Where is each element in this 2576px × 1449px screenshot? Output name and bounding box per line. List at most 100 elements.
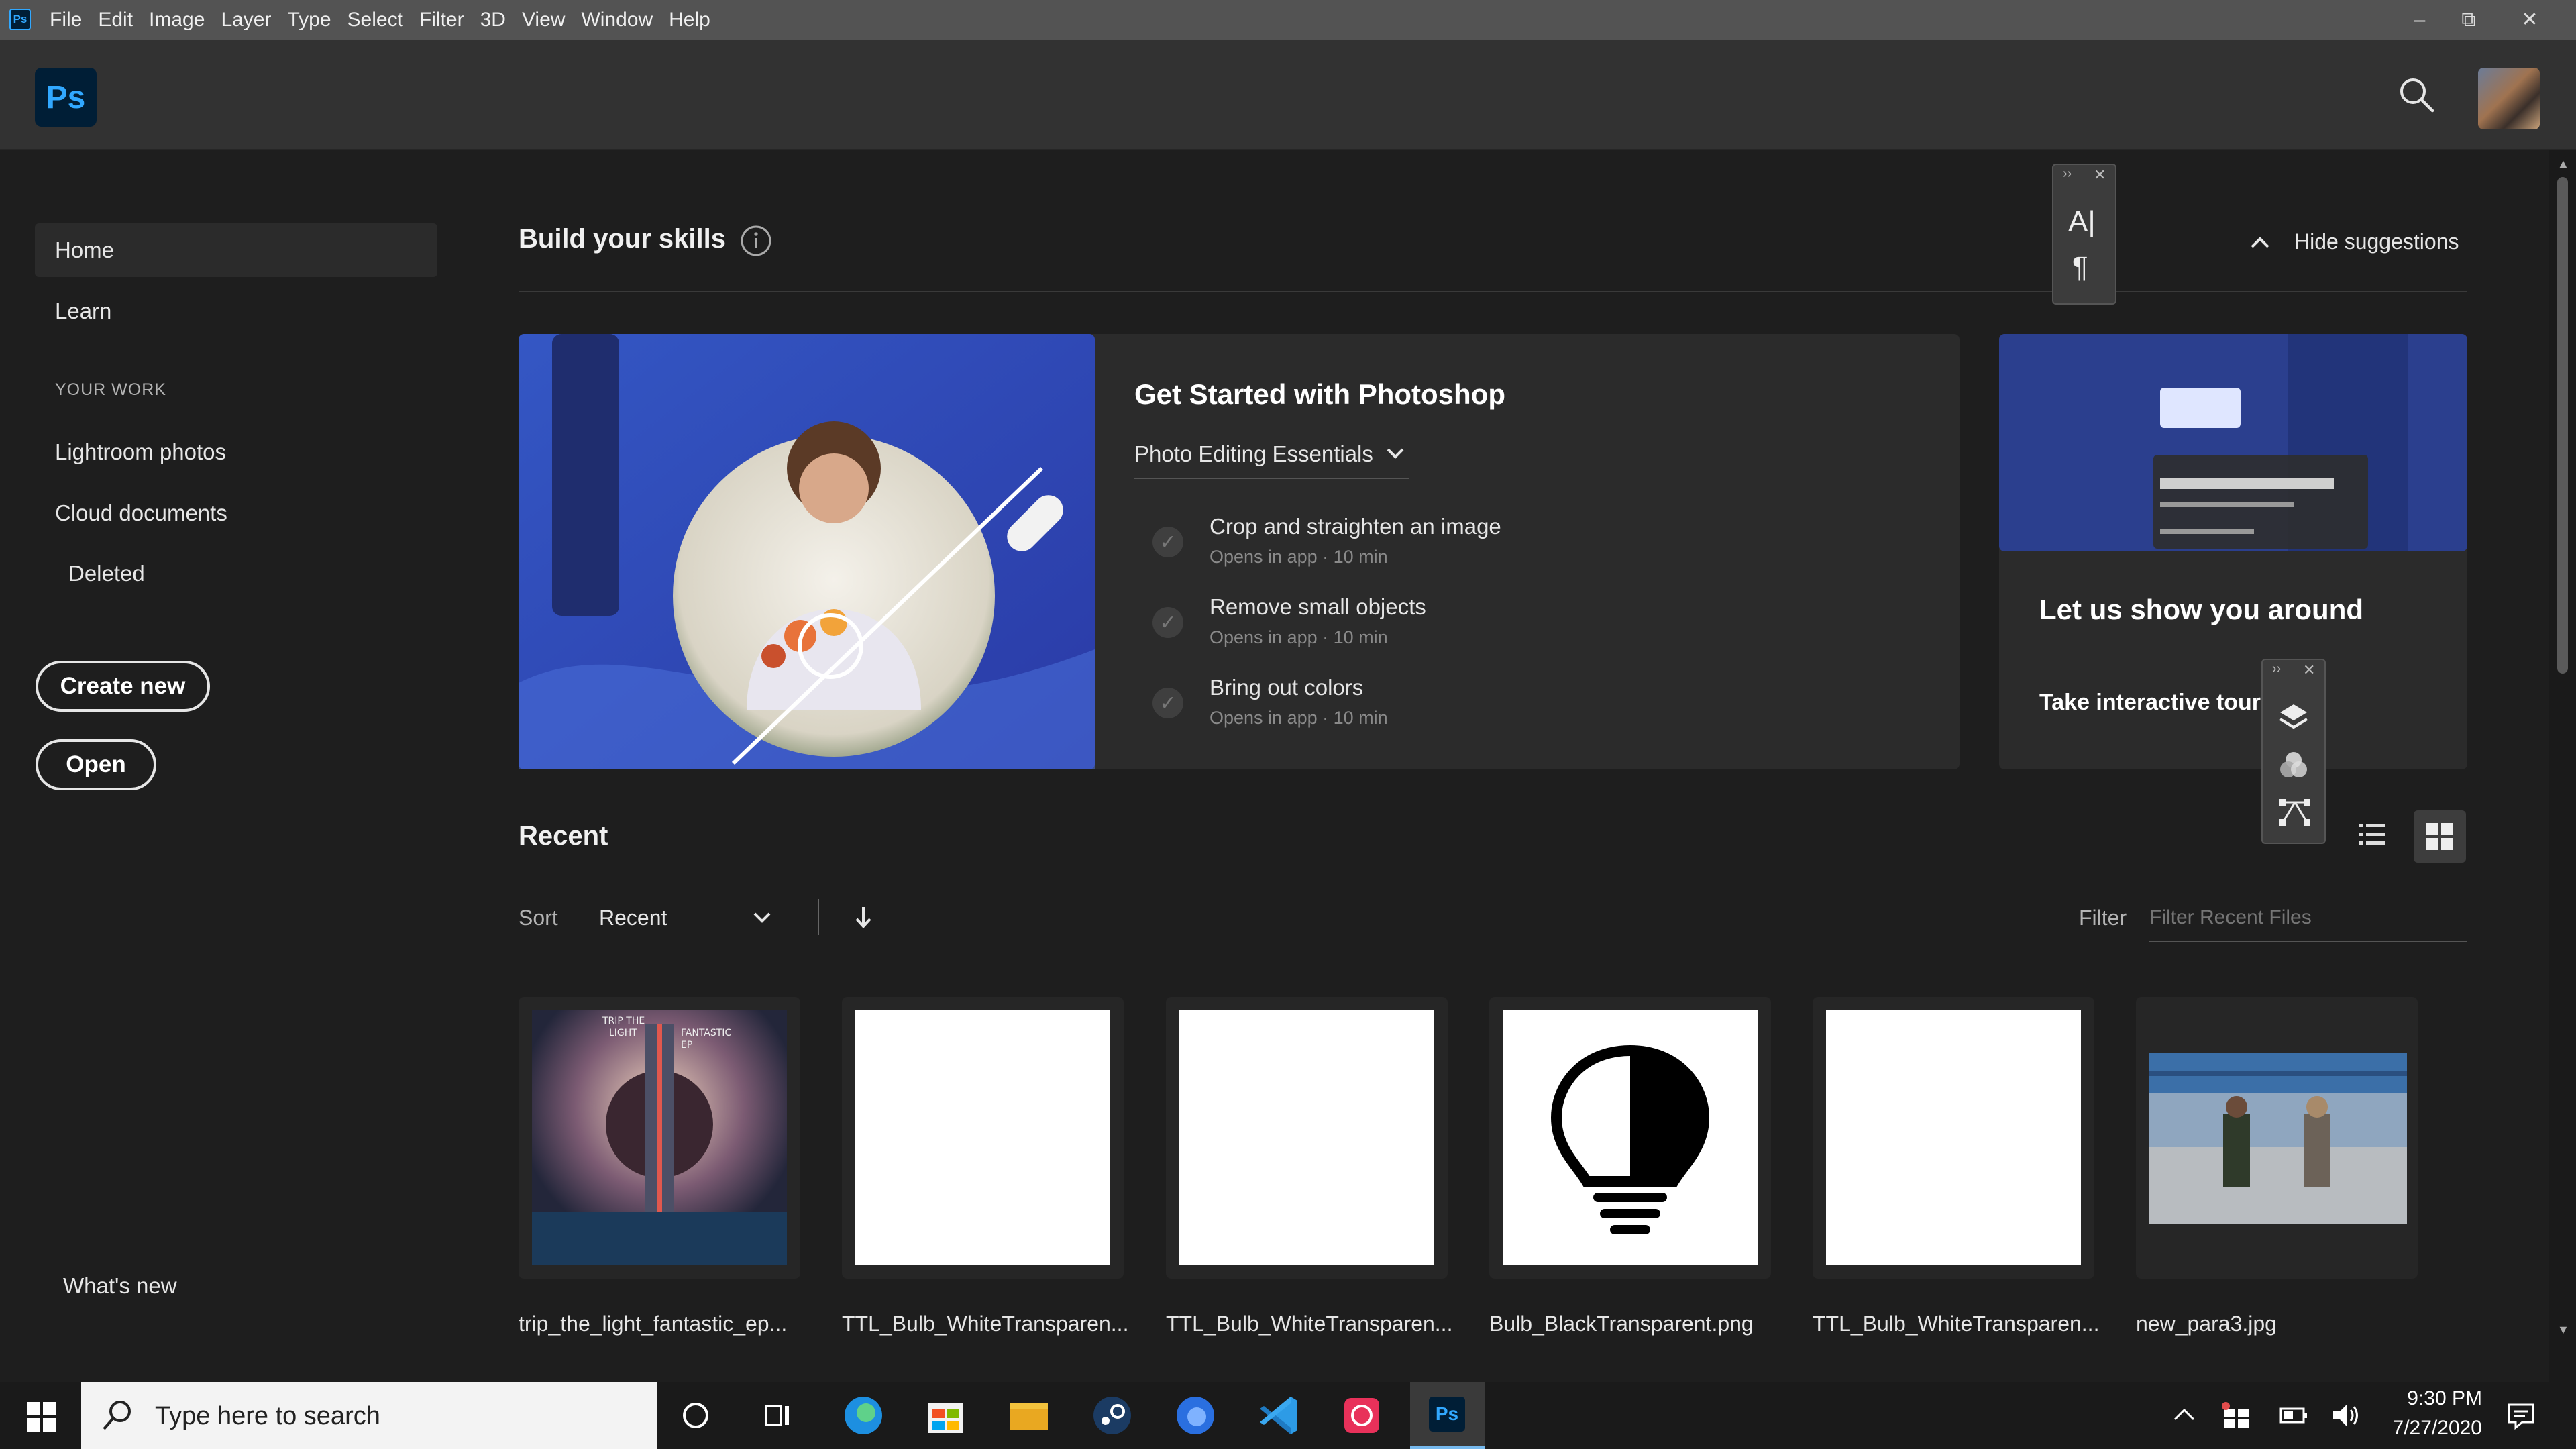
filter-label: Filter (2079, 906, 2127, 930)
recent-file-name[interactable]: new_para3.jpg (2136, 1311, 2424, 1336)
taskbar-search-placeholder: Type here to search (155, 1402, 380, 1430)
app-header: Ps (0, 40, 2576, 150)
clock-date[interactable]: 7/27/2020 (2375, 1417, 2482, 1440)
tour-card[interactable]: Let us show you around Take interactive … (1999, 334, 2467, 769)
collapse-icon[interactable]: ›› (2272, 661, 2281, 677)
minimize-button[interactable]: – (2396, 0, 2443, 40)
recent-file-card[interactable] (1166, 997, 1448, 1279)
dropbox-icon[interactable] (2220, 1401, 2253, 1430)
sort-direction-icon[interactable] (852, 904, 875, 931)
steam-icon[interactable] (1077, 1389, 1147, 1442)
channels-icon[interactable] (2277, 749, 2310, 781)
grid-view-button[interactable] (2414, 810, 2466, 863)
filter-recent-input[interactable] (2149, 895, 2467, 942)
paragraph-panel-icon[interactable]: ¶ (2072, 251, 2088, 284)
collapse-icon[interactable]: ›› (2063, 166, 2072, 182)
menu-select[interactable]: Select (347, 9, 403, 32)
clock-time[interactable]: 9:30 PM (2375, 1387, 2482, 1410)
recent-file-name[interactable]: trip_the_light_fantastic_ep... (519, 1311, 807, 1336)
cortana-icon[interactable] (661, 1389, 731, 1442)
close-icon[interactable]: ✕ (2303, 661, 2315, 679)
sidebar-item-lightroom[interactable]: Lightroom photos (35, 425, 437, 479)
volume-icon[interactable] (2330, 1401, 2363, 1430)
recent-file-card[interactable] (1813, 997, 2094, 1279)
lesson-title[interactable]: Crop and straighten an image (1210, 514, 1501, 539)
floating-type-panel[interactable]: ›› ✕ A| ¶ (2052, 164, 2116, 305)
list-view-icon[interactable] (2357, 820, 2387, 849)
menu-edit[interactable]: Edit (98, 9, 133, 32)
windows-start-icon[interactable] (27, 1402, 56, 1432)
photoshop-logo[interactable]: Ps (35, 68, 97, 127)
sort-value: Recent (599, 906, 667, 930)
vscode-icon[interactable] (1244, 1389, 1313, 1442)
info-icon[interactable] (739, 224, 773, 258)
tour-illustration (1999, 334, 2467, 551)
character-panel-icon[interactable]: A| (2068, 205, 2096, 239)
sidebar-item-learn[interactable]: Learn (35, 284, 437, 338)
store-icon[interactable] (911, 1389, 981, 1442)
menu-file[interactable]: File (50, 9, 82, 32)
chevron-down-icon (753, 912, 771, 923)
menu-help[interactable]: Help (669, 9, 710, 32)
menu-3d[interactable]: 3D (480, 9, 506, 32)
task-view-icon[interactable] (743, 1389, 813, 1442)
get-started-card[interactable]: Get Started with Photoshop Photo Editing… (519, 334, 1960, 769)
open-button[interactable]: Open (36, 739, 156, 790)
menu-image[interactable]: Image (149, 9, 205, 32)
chevron-down-icon (1387, 448, 1404, 459)
chevron-up-icon[interactable] (2249, 232, 2271, 252)
taskbar: Type here to search Ps 9:30 PM 7/27/2020 (0, 1382, 2576, 1449)
sidebar-item-cloud-documents[interactable]: Cloud documents (35, 486, 437, 540)
menu-window[interactable]: Window (581, 9, 653, 32)
scroll-up-icon[interactable]: ▲ (2557, 157, 2569, 171)
floating-layers-panel[interactable]: ›› ✕ (2261, 659, 2326, 844)
photoshop-taskbar-button[interactable]: Ps (1410, 1382, 1485, 1449)
close-icon[interactable]: ✕ (2094, 166, 2106, 184)
recent-file-card[interactable] (1489, 997, 1771, 1279)
recent-file-card[interactable] (2136, 997, 2418, 1279)
scroll-down-icon[interactable]: ▼ (2557, 1323, 2569, 1337)
grid-view-icon (2426, 823, 2453, 850)
recent-file-name[interactable]: Bulb_BlackTransparent.png (1489, 1311, 1778, 1336)
close-button[interactable]: ✕ (2506, 0, 2553, 40)
taskbar-search-box[interactable]: Type here to search (81, 1382, 657, 1449)
check-icon: ✓ (1152, 527, 1183, 557)
firefox-icon[interactable] (1161, 1389, 1230, 1442)
scrollbar-thumb[interactable] (2557, 177, 2568, 674)
menu-type[interactable]: Type (287, 9, 331, 32)
recent-file-name[interactable]: TTL_Bulb_WhiteTransparen... (1166, 1311, 1454, 1336)
recent-file-card[interactable]: TRIP THE LIGHT FANTASTIC EP (519, 997, 800, 1279)
chevron-up-icon[interactable] (2171, 1402, 2198, 1429)
search-icon[interactable] (2398, 76, 2435, 113)
menu-layer[interactable]: Layer (221, 9, 271, 32)
scrollbar[interactable]: ▲ ▼ (2549, 150, 2576, 1382)
sidebar-item-home[interactable]: Home (35, 223, 437, 277)
edge-icon[interactable] (828, 1389, 898, 1442)
layers-icon[interactable] (2277, 700, 2310, 733)
creative-cloud-icon[interactable] (1327, 1389, 1397, 1442)
menu-filter[interactable]: Filter (419, 9, 464, 32)
lesson-meta: Opens in app · 10 min (1210, 627, 1388, 647)
take-tour-link[interactable]: Take interactive tour (2039, 690, 2261, 716)
battery-icon[interactable] (2279, 1405, 2309, 1426)
sidebar-item-deleted[interactable]: Deleted (35, 547, 437, 600)
lesson-meta: Opens in app · 10 min (1210, 547, 1388, 567)
create-new-button[interactable]: Create new (36, 661, 210, 712)
hide-suggestions-button[interactable]: Hide suggestions (2294, 229, 2459, 254)
whats-new-link[interactable]: What's new (63, 1273, 177, 1299)
recent-title: Recent (519, 821, 608, 851)
paths-icon[interactable] (2277, 796, 2312, 828)
notifications-icon[interactable] (2506, 1402, 2536, 1430)
recent-file-name[interactable]: TTL_Bulb_WhiteTransparen... (1813, 1311, 2101, 1336)
avatar[interactable] (2478, 68, 2540, 129)
course-dropdown[interactable]: Photo Editing Essentials (1134, 437, 1409, 479)
lesson-title[interactable]: Remove small objects (1210, 594, 1426, 620)
recent-file-name[interactable]: TTL_Bulb_WhiteTransparen... (842, 1311, 1130, 1336)
menu-view[interactable]: View (522, 9, 565, 32)
photo-thumbnail (2149, 1053, 2407, 1224)
lesson-title[interactable]: Bring out colors (1210, 675, 1363, 700)
sort-dropdown[interactable]: Recent (599, 896, 777, 939)
recent-file-card[interactable] (842, 997, 1124, 1279)
file-explorer-icon[interactable] (994, 1389, 1064, 1442)
restore-button[interactable]: ⧉ (2445, 0, 2492, 40)
